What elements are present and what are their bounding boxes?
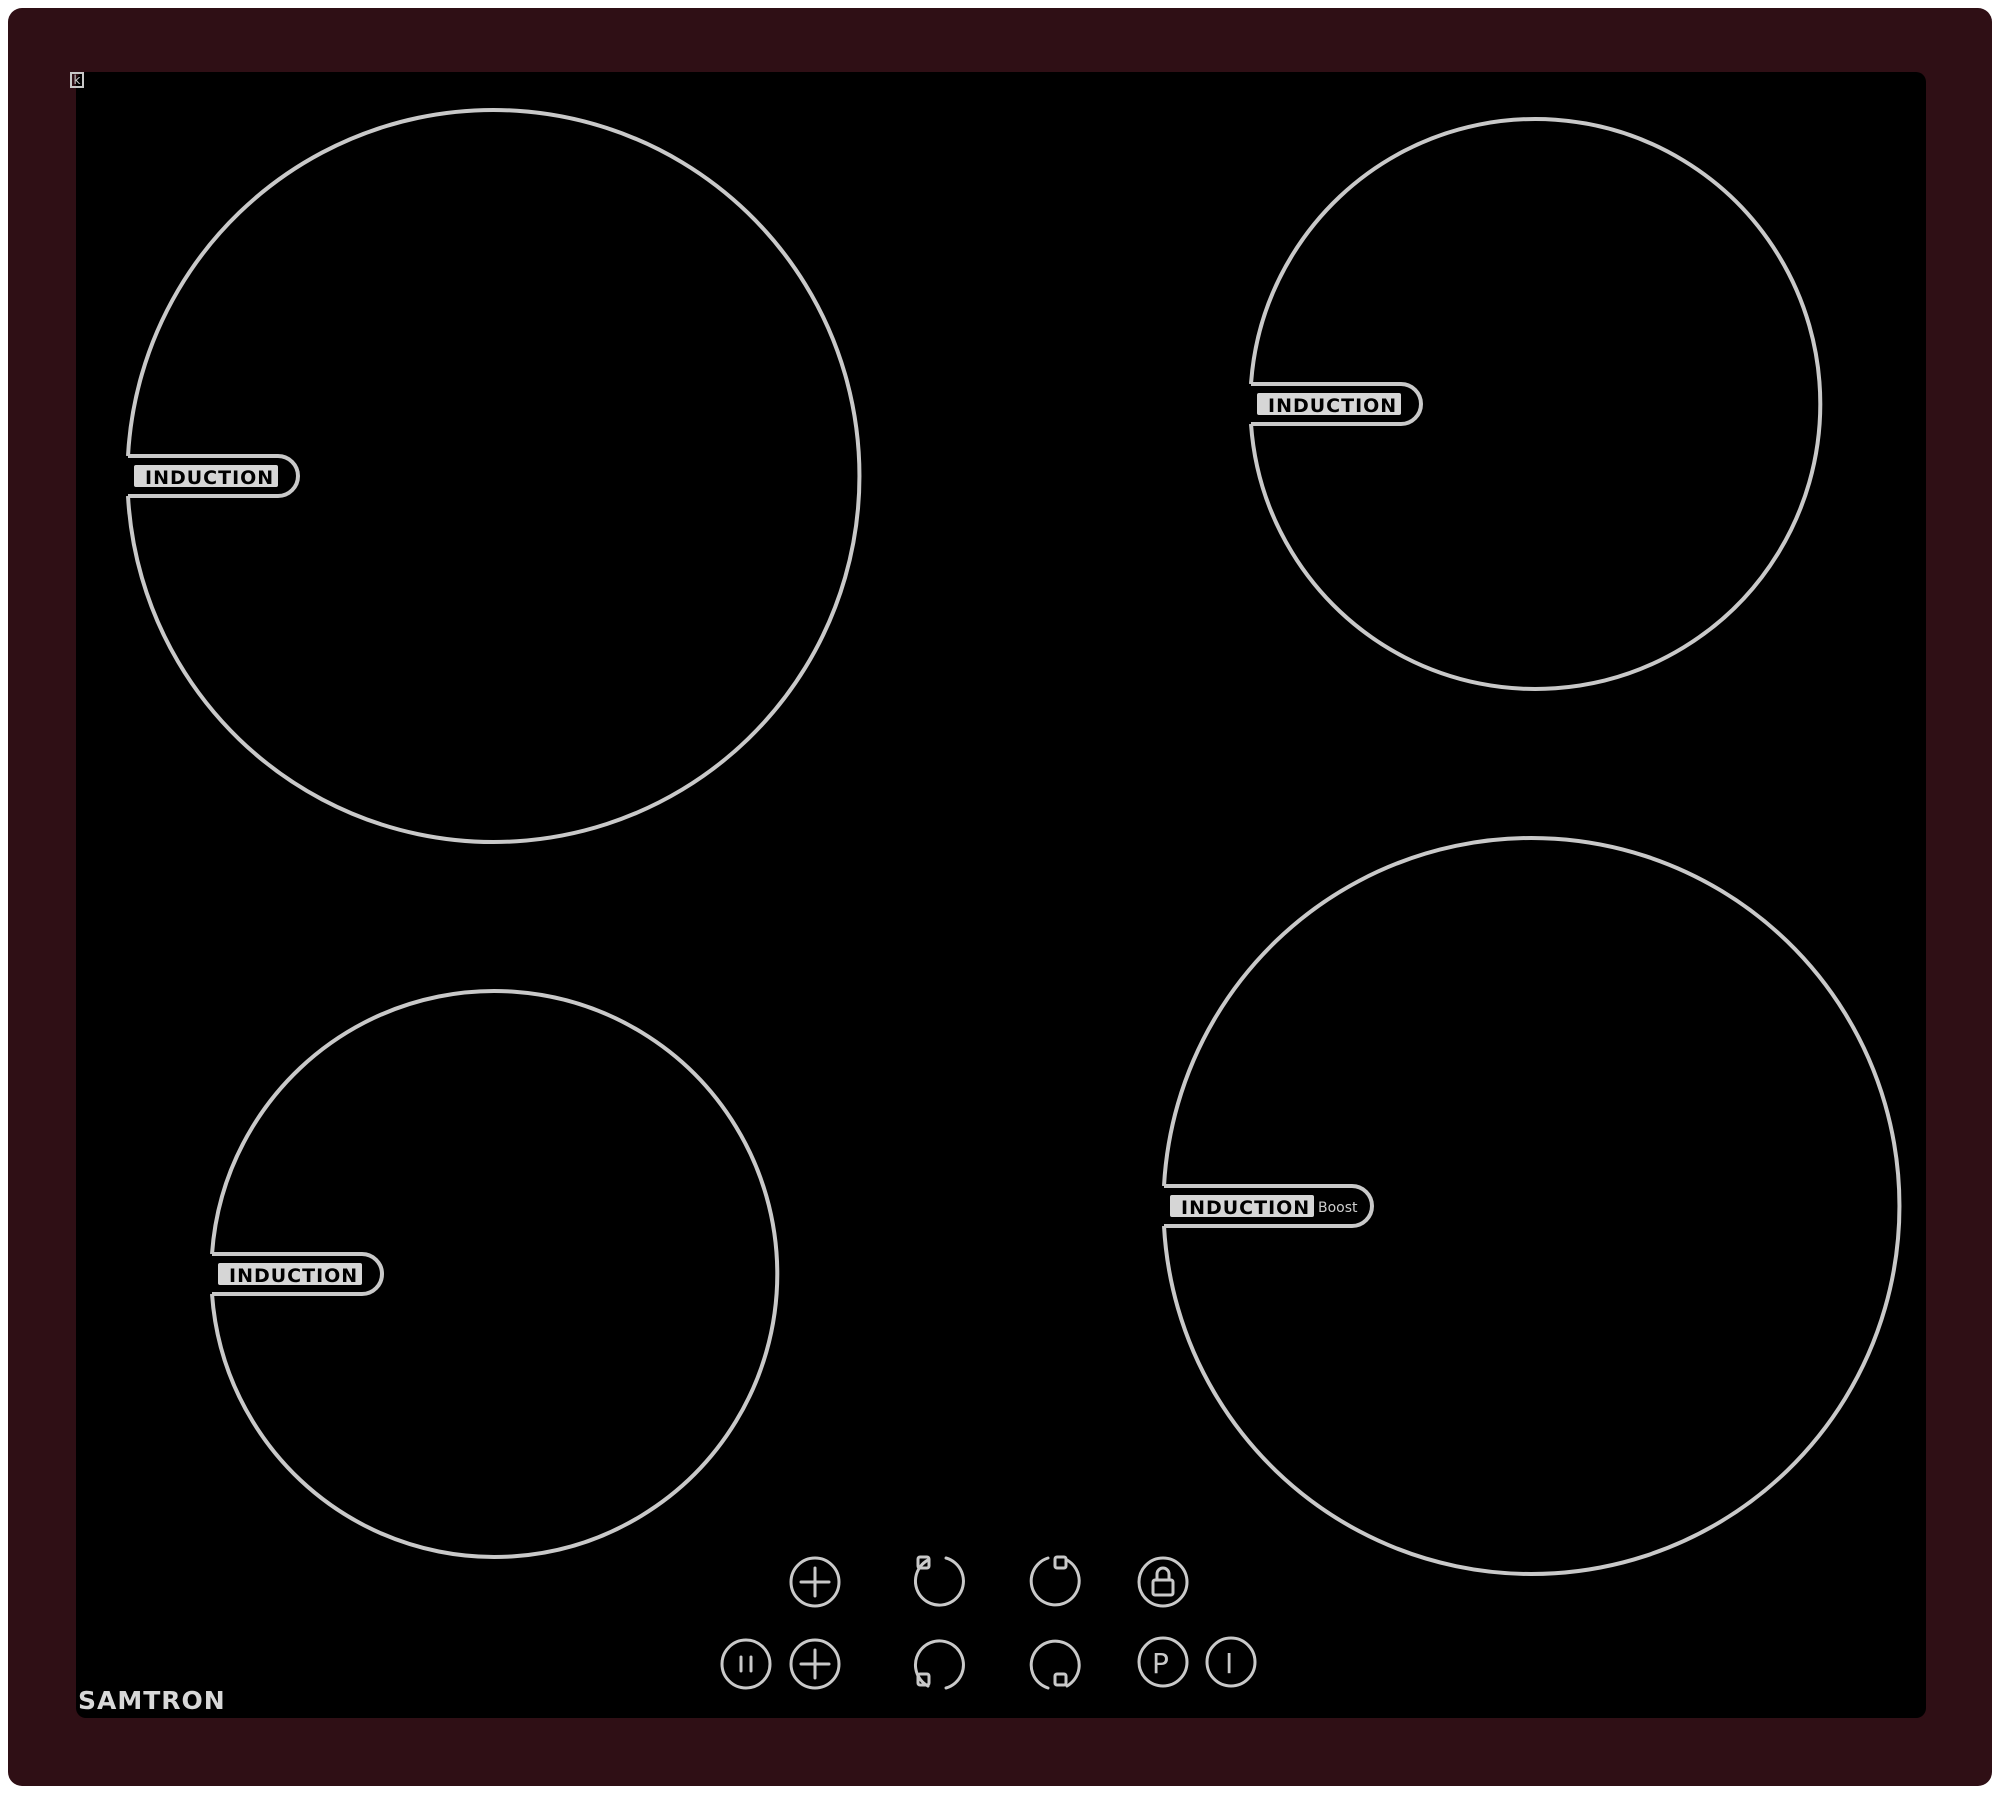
pause-icon[interactable] bbox=[720, 1638, 772, 1690]
zone-label: INDUCTION bbox=[1268, 395, 1397, 417]
power-label: I bbox=[1225, 1647, 1233, 1680]
zone-front-right-icon[interactable] bbox=[1029, 1639, 1081, 1690]
zone-rear-left-icon[interactable] bbox=[914, 1555, 965, 1607]
brand-logo: SAMTRON bbox=[78, 1686, 226, 1715]
cooking-zone-front-right: INDUCTION Boost bbox=[1162, 836, 1902, 1576]
zone-front-left-icon[interactable] bbox=[914, 1639, 965, 1690]
zone-label: INDUCTION bbox=[229, 1265, 358, 1287]
cooktop-graphics: INDUCTION INDUCTION INDUCTION INDUCTION … bbox=[126, 108, 1902, 1690]
zone-label: INDUCTION bbox=[1181, 1197, 1310, 1219]
zone-label: INDUCTION bbox=[145, 467, 274, 489]
cooking-zone-rear-right: INDUCTION bbox=[1249, 117, 1823, 691]
power-boost-label: P bbox=[1152, 1647, 1169, 1680]
power-boost-icon[interactable]: P bbox=[1137, 1636, 1189, 1688]
cooking-zone-front-left: INDUCTION bbox=[210, 989, 780, 1559]
plus-upper-icon[interactable] bbox=[789, 1556, 841, 1608]
plus-lower-icon[interactable] bbox=[789, 1638, 841, 1690]
touch-control-panel: P I bbox=[720, 1555, 1257, 1690]
lock-icon[interactable] bbox=[1137, 1556, 1189, 1608]
zone-rear-right-icon[interactable] bbox=[1029, 1555, 1081, 1607]
cooking-zone-rear-left: INDUCTION bbox=[126, 108, 862, 844]
boost-label: Boost bbox=[1318, 1200, 1358, 1216]
power-icon[interactable]: I bbox=[1205, 1636, 1257, 1688]
